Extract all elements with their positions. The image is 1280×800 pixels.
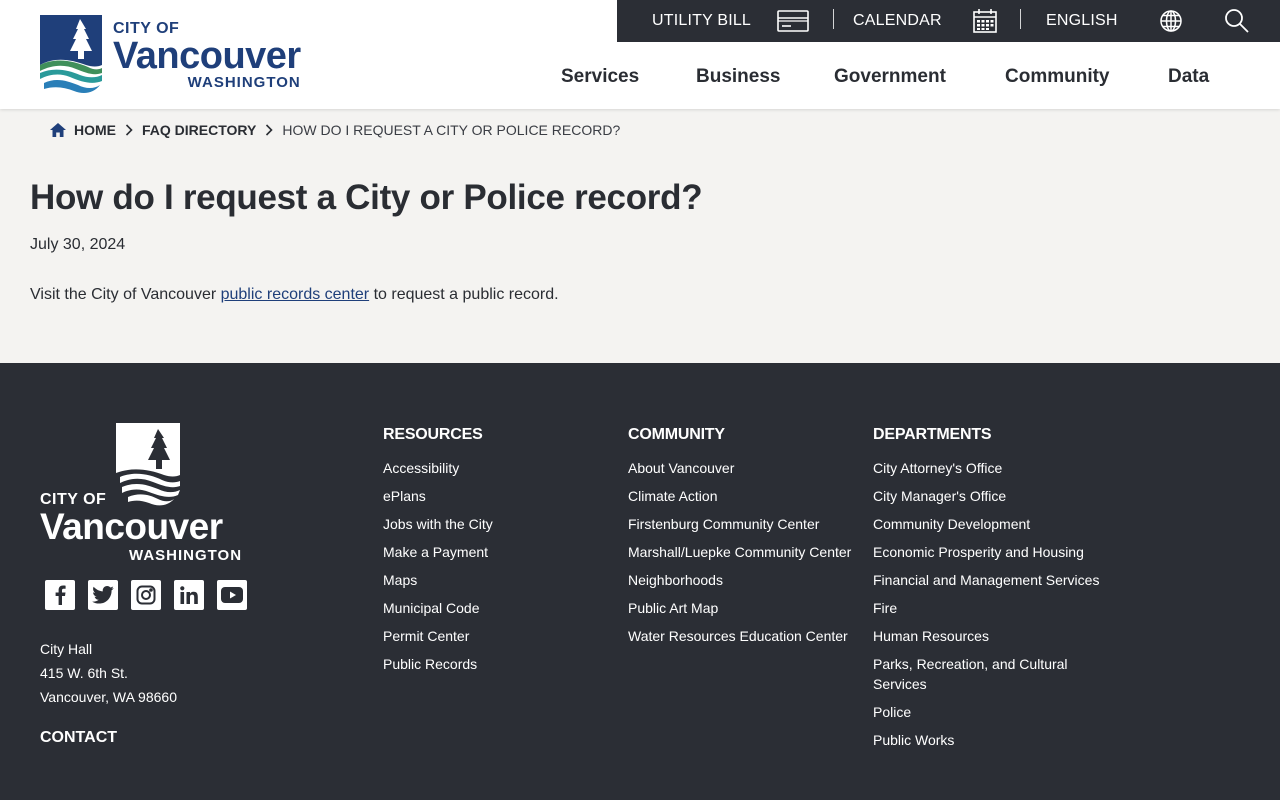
globe-icon[interactable] [1155,8,1187,34]
footer-link[interactable]: Financial and Management Services [873,572,1099,588]
site-header: CITY OF Vancouver WASHINGTON UTILITY BIL… [0,0,1280,109]
nav-government[interactable]: Government [834,66,946,88]
address-line: 415 W. 6th St. [40,665,128,681]
youtube-icon[interactable] [217,580,247,610]
footer-link[interactable]: Public Art Map [628,600,718,616]
address-line: City Hall [40,641,93,657]
footer-link[interactable]: Public Records [383,656,477,672]
city-logo-link[interactable]: CITY OF Vancouver WASHINGTON [40,15,315,95]
footer-link[interactable]: Marshall/Luepke Community Center [628,544,851,560]
city-logo-icon [40,15,102,93]
footer-link[interactable]: Human Resources [873,628,989,644]
facebook-icon[interactable] [45,580,75,610]
footer-logo-icon [116,423,180,506]
utility-bar: UTILITY BILL CALENDAR ENGLISH [617,0,1280,42]
utility-bill-link[interactable]: UTILITY BILL [652,0,751,42]
breadcrumb-faq-directory[interactable]: FAQ DIRECTORY [142,122,256,138]
contact-link[interactable]: CONTACT [40,729,117,747]
footer-column-resources: RESOURCES Accessibility ePlans Jobs with… [383,426,493,682]
footer-link[interactable]: Maps [383,572,417,588]
footer-link[interactable]: Make a Payment [383,544,488,560]
footer-link[interactable]: Water Resources Education Center [628,628,848,644]
footer-link[interactable]: Permit Center [383,628,469,644]
bill-icon[interactable] [777,8,809,34]
footer-link[interactable]: City Attorney's Office [873,460,1002,476]
footer-link[interactable]: Fire [873,600,897,616]
footer-link[interactable]: City Manager's Office [873,488,1006,504]
utility-separator [1020,9,1021,29]
footer-logo-washington: WASHINGTON [129,547,243,564]
footer-link[interactable]: Municipal Code [383,600,480,616]
address-line: Vancouver, WA 98660 [40,689,177,705]
nav-business[interactable]: Business [696,66,780,88]
footer-link[interactable]: Firstenburg Community Center [628,516,819,532]
publish-date: July 30, 2024 [30,236,126,253]
calendar-icon[interactable] [969,8,1001,34]
city-hall-address: City Hall 415 W. 6th St. Vancouver, WA 9… [40,637,177,709]
nav-services[interactable]: Services [561,66,639,88]
twitter-icon[interactable] [88,580,118,610]
footer-column-heading: RESOURCES [383,426,483,443]
footer-link[interactable]: Accessibility [383,460,459,476]
footer-link[interactable]: Parks, Recreation, and Cultural Services [873,656,1068,692]
instagram-icon[interactable] [131,580,161,610]
footer-link[interactable]: Economic Prosperity and Housing [873,544,1084,560]
footer-link[interactable]: About Vancouver [628,460,734,476]
footer-column-heading: COMMUNITY [628,426,725,443]
footer-column-departments: DEPARTMENTS City Attorney's Office City … [873,426,1113,758]
footer-column-heading: DEPARTMENTS [873,426,992,443]
chevron-right-icon [125,124,133,136]
home-icon[interactable] [50,123,66,137]
breadcrumb-home[interactable]: HOME [74,122,116,138]
footer-link[interactable]: Police [873,704,911,720]
chevron-right-icon [265,124,273,136]
breadcrumb-current: HOW DO I REQUEST A CITY OR POLICE RECORD… [282,122,621,138]
calendar-link[interactable]: CALENDAR [853,0,942,42]
nav-data[interactable]: Data [1168,66,1209,88]
footer-link[interactable]: Jobs with the City [383,516,493,532]
city-logo-wordmark: CITY OF Vancouver WASHINGTON [113,20,301,92]
social-links [45,580,247,610]
nav-community[interactable]: Community [1005,66,1110,88]
answer-text: Visit the City of Vancouver public recor… [30,286,559,304]
footer-link[interactable]: Public Works [873,732,954,748]
footer-link[interactable]: Community Development [873,516,1030,532]
linkedin-icon[interactable] [174,580,204,610]
breadcrumb: HOME FAQ DIRECTORY HOW DO I REQUEST A CI… [50,121,620,139]
public-records-center-link[interactable]: public records center [221,286,370,303]
answer-text-after: to request a public record. [369,286,559,303]
language-selector[interactable]: ENGLISH [1046,0,1118,42]
logo-vancouver: Vancouver [113,35,301,77]
page-title: How do I request a City or Police record… [30,178,703,217]
footer-logo-link[interactable]: CITY OF Vancouver WASHINGTON [40,423,250,564]
site-footer: CITY OF Vancouver WASHINGTON City Hall 4… [0,363,1280,800]
footer-column-community: COMMUNITY About Vancouver Climate Action… [628,426,851,654]
footer-link[interactable]: Neighborhoods [628,572,723,588]
search-icon[interactable] [1221,8,1253,34]
footer-link[interactable]: ePlans [383,488,426,504]
answer-text-before: Visit the City of Vancouver [30,286,221,303]
utility-separator [833,9,834,29]
footer-link[interactable]: Climate Action [628,488,717,504]
footer-logo-vancouver: Vancouver [40,506,223,547]
